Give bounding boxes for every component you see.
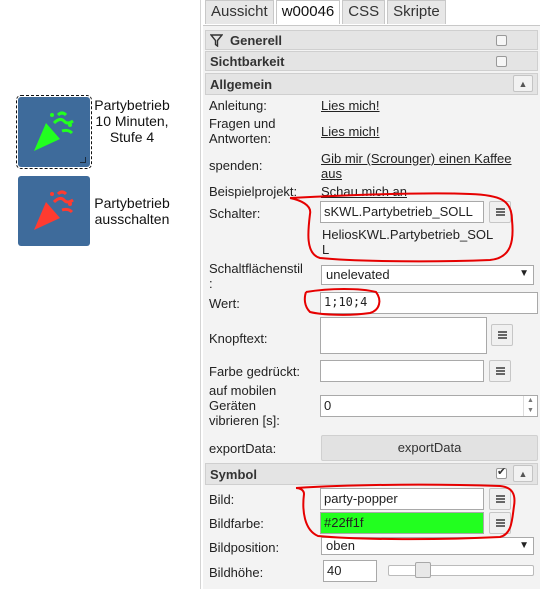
party-popper-icon <box>34 111 74 151</box>
spenden-label: spenden: <box>209 158 263 173</box>
bildposition-select[interactable]: oben ▼ <box>321 537 534 555</box>
sichtbarkeit-checkbox[interactable] <box>496 56 507 67</box>
widget-label-partybetrieb-aus: Partybetrieb ausschalten <box>94 195 170 227</box>
schalter-label: Schalter: <box>209 206 261 221</box>
generell-checkbox[interactable] <box>496 35 507 46</box>
tab-skripte[interactable]: Skripte <box>387 0 446 24</box>
wert-label: Wert: <box>209 296 240 311</box>
slider-handle[interactable] <box>415 562 431 578</box>
chevron-down-icon: ▼ <box>519 268 529 279</box>
group-symbol[interactable]: Symbol ▲ <box>205 463 538 485</box>
tab-aussicht[interactable]: Aussicht <box>205 0 274 24</box>
vibrieren-number-input[interactable]: 0 ▲ ▼ <box>320 395 538 417</box>
properties-list[interactable]: Generell Sichtbarkeit Allgemein ▲ Anleit… <box>203 25 540 589</box>
knopftext-select-button[interactable] <box>491 324 513 346</box>
widget-label-partybetrieb-an: Partybetrieb 10 Minuten, Stufe 4 <box>94 97 170 145</box>
tab-css[interactable]: CSS <box>342 0 386 24</box>
group-sichtbarkeit[interactable]: Sichtbarkeit <box>205 51 538 71</box>
party-popper-icon <box>34 190 74 230</box>
bildfarbe-label: Bildfarbe: <box>209 516 264 531</box>
exportdata-button[interactable]: exportData <box>321 435 538 461</box>
bild-select-button[interactable] <box>489 488 511 510</box>
bildfarbe-picker-button[interactable] <box>489 512 511 534</box>
schaltflaechenstil-label: Schaltflächenstil : <box>209 261 303 291</box>
spenden-link[interactable]: Gib mir (Scrounger) einen Kaffee aus <box>321 151 512 181</box>
symbol-checkbox[interactable] <box>496 465 507 479</box>
knopftext-textarea[interactable] <box>320 317 487 354</box>
farbe-gedrueckt-label: Farbe gedrückt: <box>209 364 301 379</box>
collapse-up-icon[interactable]: ▲ <box>513 75 533 92</box>
bildfarbe-input[interactable]: #22ff1f <box>320 512 484 534</box>
anleitung-link[interactable]: Lies mich! <box>321 98 380 113</box>
collapse-up-icon[interactable]: ▲ <box>513 465 533 482</box>
bild-label: Bild: <box>209 492 235 507</box>
group-allgemein[interactable]: Allgemein ▲ <box>205 73 538 95</box>
schaltflaechenstil-select[interactable]: unelevated ▼ <box>321 265 534 285</box>
filter-icon[interactable] <box>210 34 223 47</box>
schalter-select-button[interactable] <box>489 201 511 223</box>
bild-input[interactable]: party-popper <box>320 488 484 510</box>
bildhoehe-label: Bildhöhe: <box>209 565 264 580</box>
bildhoehe-slider[interactable] <box>388 562 534 578</box>
bildposition-label: Bildposition: <box>209 540 280 555</box>
widget-partybetrieb-aus[interactable] <box>18 176 90 246</box>
schalter-oid-text: HeliosKWL.Partybetrieb_SOL L <box>322 227 494 257</box>
wert-input[interactable]: 1;10;4 <box>320 292 538 314</box>
number-spinner[interactable]: ▲ ▼ <box>523 396 537 416</box>
bildhoehe-input[interactable]: 40 <box>323 560 377 582</box>
schalter-input[interactable]: sKWL.Partybetrieb_SOLL <box>320 201 484 223</box>
anleitung-label: Anleitung: <box>209 98 267 113</box>
vibrieren-label: auf mobilen Geräten vibrieren [s]: <box>209 383 280 428</box>
farbe-gedrueckt-input[interactable] <box>320 360 484 382</box>
faq-link[interactable]: Lies mich! <box>321 124 380 139</box>
farbe-gedrueckt-picker-button[interactable] <box>489 360 511 382</box>
chevron-down-icon: ▼ <box>519 540 529 551</box>
inspector-panel: Aussicht w00046 CSS Skripte Generell Sic… <box>200 0 541 589</box>
tab-bar: Aussicht w00046 CSS Skripte <box>205 0 446 24</box>
knopftext-label: Knopftext: <box>209 331 268 346</box>
resize-handle[interactable] <box>80 157 86 163</box>
tab-w00046[interactable]: w00046 <box>275 0 341 24</box>
beispielprojekt-label: Beispielprojekt: <box>209 184 298 199</box>
faq-label: Fragen und Antworten: <box>209 116 276 146</box>
beispielprojekt-link[interactable]: Schau mich an <box>321 184 407 199</box>
widget-partybetrieb-an[interactable] <box>16 95 92 169</box>
exportdata-label: exportData: <box>209 441 277 456</box>
group-generell[interactable]: Generell <box>205 30 538 50</box>
